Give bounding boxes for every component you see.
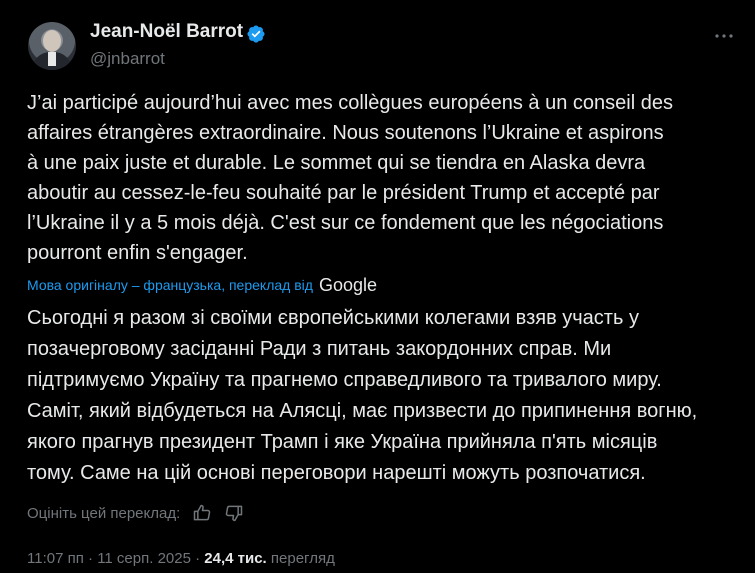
translation-attribution: Мова оригіналу – французька, переклад ві… <box>27 273 377 297</box>
more-horizontal-icon[interactable] <box>712 24 736 48</box>
thumbs-up-icon[interactable] <box>192 503 212 523</box>
author-handle[interactable]: @jnbarrot <box>90 49 165 69</box>
author-display-name[interactable]: Jean-Noël Barrot <box>90 21 243 43</box>
views-count: 24,4 тис. <box>204 550 267 567</box>
views-label: перегляд <box>270 550 335 567</box>
google-logo: Google <box>318 274 377 295</box>
meta-separator: · <box>83 550 98 567</box>
meta-separator: · <box>190 550 205 567</box>
verified-badge-icon <box>247 25 265 43</box>
translation-label[interactable]: Мова оригіналу – французька, переклад ві… <box>27 277 313 293</box>
post-detail: Jean-Noël Barrot @jnbarrot J’ai particip… <box>0 0 755 573</box>
rate-translation-label: Оцініть цей переклад: <box>27 504 181 522</box>
post-time[interactable]: 11:07 пп <box>27 550 84 567</box>
thumbs-down-icon[interactable] <box>224 503 244 523</box>
translated-text: Сьогодні я разом зі своїми європейськими… <box>27 307 698 484</box>
rate-translation: Оцініть цей переклад: <box>27 499 244 527</box>
post-date[interactable]: 11 серп. 2025 <box>97 550 191 567</box>
post-meta: 11:07 пп · 11 серп. 2025 · 24,4 тис. пер… <box>27 550 335 567</box>
post-text: J’ai participé aujourd’hui avec mes coll… <box>27 92 673 264</box>
avatar[interactable] <box>28 22 76 70</box>
